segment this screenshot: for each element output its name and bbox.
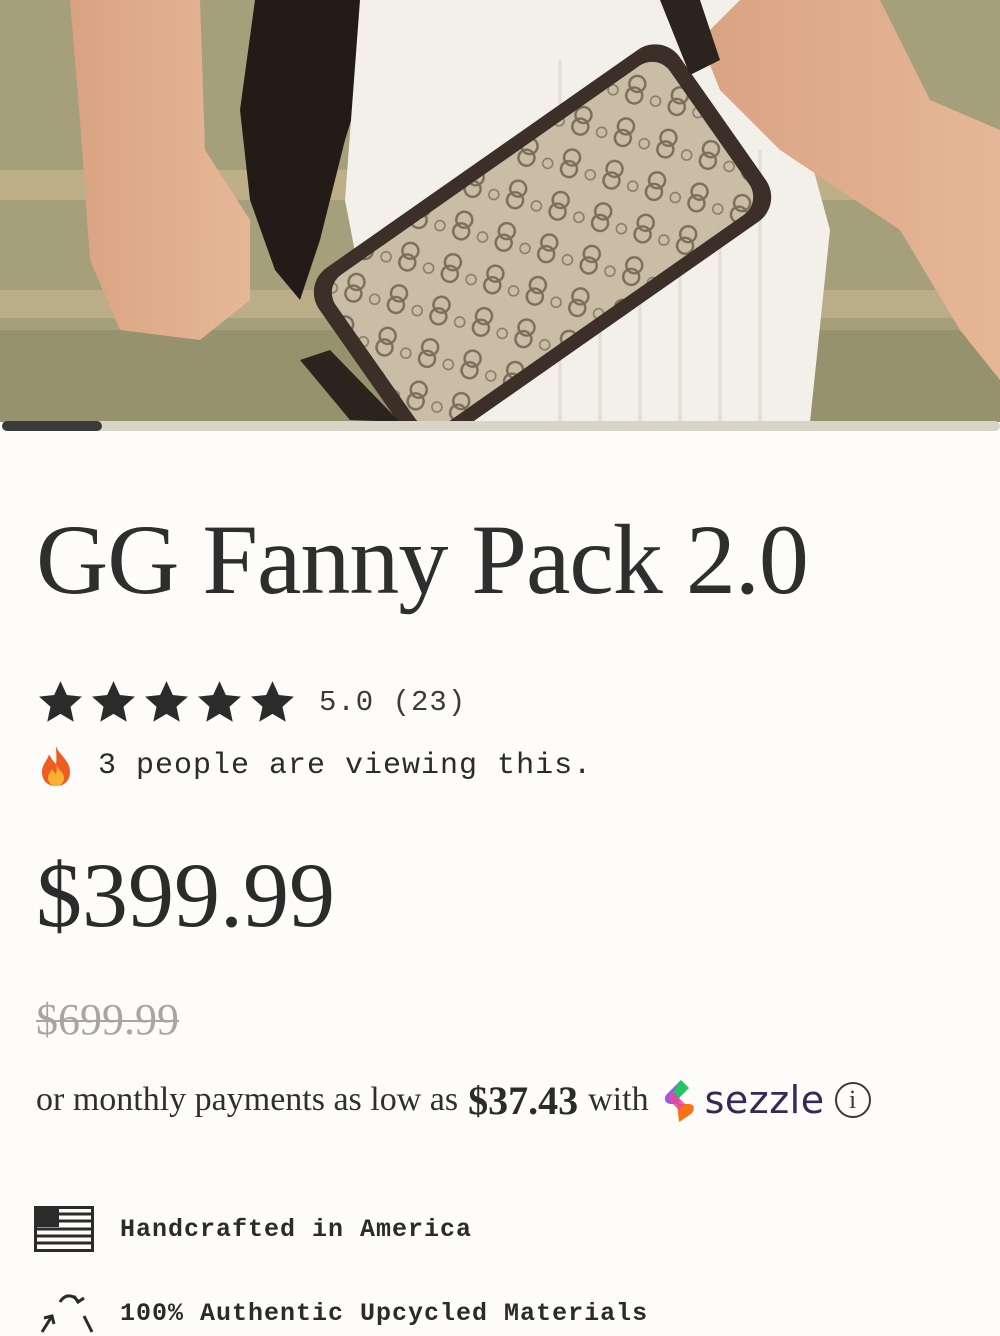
feature-label: Handcrafted in America (120, 1214, 473, 1244)
sale-price: $399.99 (36, 844, 335, 946)
feature-label: 100% Authentic Upcycled Materials (120, 1298, 649, 1328)
recycle-icon (40, 1294, 94, 1333)
star-icon (251, 680, 294, 722)
star-rating (36, 678, 297, 727)
viewers-notice: 3 people are viewing this. (36, 742, 592, 790)
product-image[interactable] (0, 0, 1000, 422)
installments-connector: with (588, 1081, 649, 1118)
compare-at-price: $699.99 (36, 995, 179, 1044)
sezzle-logo: sezzle (659, 1078, 825, 1122)
star-icon (92, 680, 135, 722)
feature-handcrafted: Handcrafted in America (34, 1206, 472, 1252)
installment-amount: $37.43 (468, 1077, 579, 1123)
gallery-progress-indicator (2, 421, 102, 431)
fire-icon (42, 746, 70, 786)
sezzle-wordmark: sezzle (704, 1078, 825, 1122)
star-icon (145, 680, 188, 722)
installments-prefix: or monthly payments as low as (36, 1081, 459, 1118)
star-icon (198, 680, 241, 722)
rating-summary: 5.0 (23) (319, 685, 467, 719)
us-flag-icon (34, 1206, 94, 1252)
product-title: GG Fanny Pack 2.0 (36, 504, 809, 615)
sezzle-mark-icon (664, 1080, 694, 1122)
rating[interactable]: 5.0 (23) (36, 676, 466, 728)
star-icon (39, 680, 82, 722)
gallery-progress-track[interactable] (2, 421, 1000, 431)
viewers-text: 3 people are viewing this. (98, 749, 593, 783)
product-photo (0, 0, 1000, 422)
feature-upcycled: 100% Authentic Upcycled Materials (34, 1290, 648, 1336)
sezzle-installments[interactable]: or monthly payments as low as $37.43 wit… (36, 1070, 871, 1130)
info-icon[interactable]: i (834, 1082, 871, 1118)
